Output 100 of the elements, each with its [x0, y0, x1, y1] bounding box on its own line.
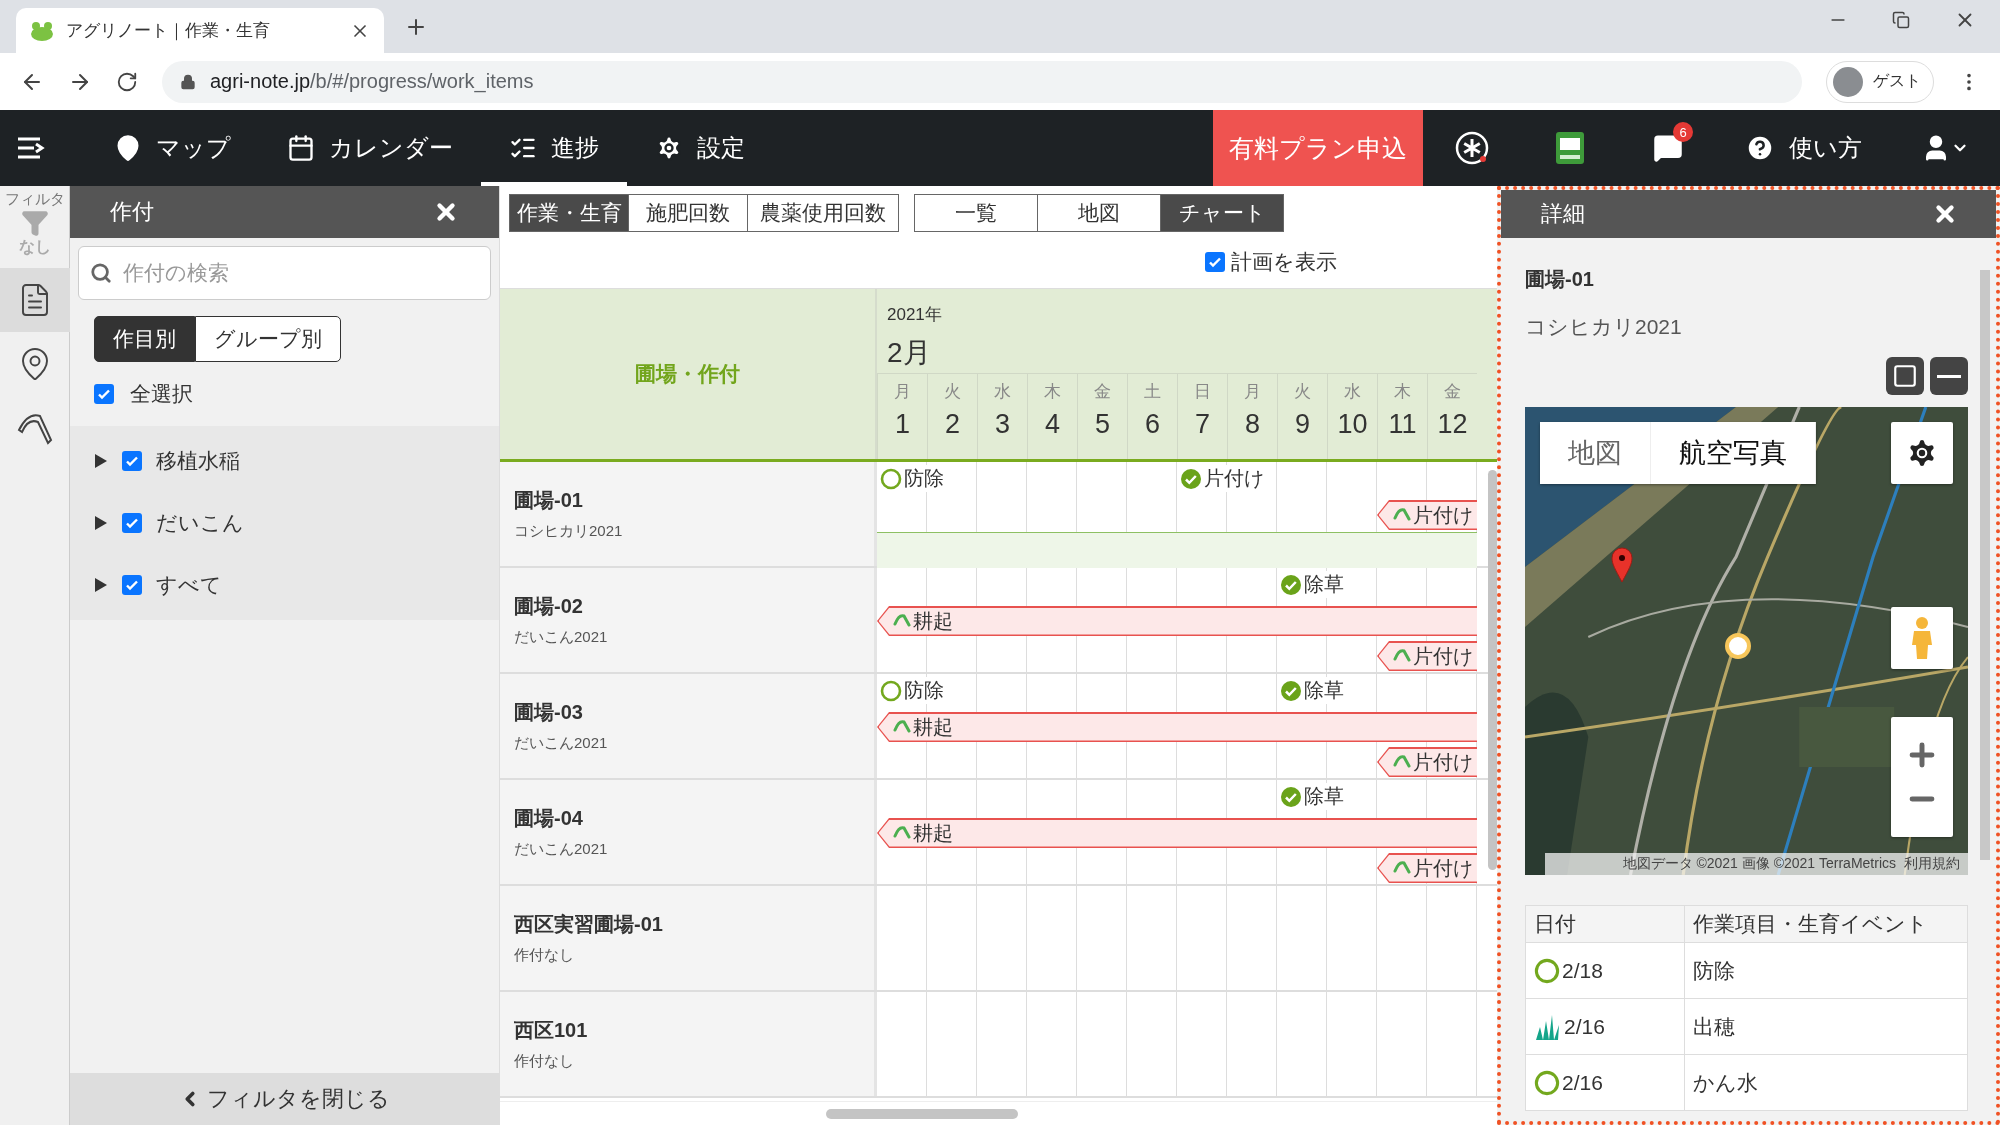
weekday-label: 金	[1444, 381, 1461, 403]
segment-tab[interactable]: 作目別	[94, 316, 195, 362]
display-tab[interactable]: 一覧	[914, 194, 1038, 232]
field-name: 西区101	[514, 1018, 589, 1043]
task-bar[interactable]: 耕起	[877, 712, 1477, 742]
map-type-tab[interactable]: 地図	[1540, 422, 1651, 484]
segment-tab[interactable]: グループ別	[195, 316, 341, 362]
location-dot-icon	[1725, 633, 1751, 659]
terms-link[interactable]: 利用規約	[1904, 855, 1960, 873]
task-label: 除草	[1304, 572, 1344, 597]
day-number: 2	[945, 409, 960, 440]
minus-icon	[1937, 374, 1961, 378]
scrollbar[interactable]	[826, 1108, 1018, 1119]
day-number: 5	[1095, 409, 1110, 440]
column-header: 圃場・作付	[500, 289, 877, 459]
day-number: 6	[1145, 409, 1160, 440]
display-tab[interactable]: チャート	[1160, 194, 1284, 232]
field-name: 圃場-01	[1525, 267, 1595, 292]
group-label: 移植水稲	[156, 448, 240, 474]
avatar-icon	[1833, 66, 1863, 97]
close-filter-button[interactable]: フィルタを閉じる	[70, 1073, 499, 1125]
checkbox[interactable]	[122, 575, 142, 595]
nav-item[interactable]: カレンダー	[259, 110, 481, 186]
help-link[interactable]: 使い方	[1717, 110, 1890, 186]
checkbox[interactable]	[122, 451, 142, 471]
day-number: 9	[1295, 409, 1310, 440]
map-type-tab[interactable]: 航空写真	[1651, 422, 1816, 484]
field-name: 西区実習圃場-01	[514, 912, 664, 937]
weekday-label: 金	[1094, 381, 1111, 403]
checkbox-label: 計画を表示	[1231, 249, 1337, 275]
expand-icon[interactable]	[94, 578, 108, 592]
panel-title: 詳細	[1541, 200, 1585, 228]
task-bar[interactable]: 耕起	[877, 606, 1477, 636]
day-number: 12	[1437, 409, 1468, 440]
field-name: 圃場-01	[514, 488, 584, 513]
view-tab[interactable]: 農薬使用回数	[747, 194, 899, 232]
crop-name: だいこん2021	[514, 628, 609, 647]
minimize-button[interactable]	[1930, 357, 1968, 395]
checkbox[interactable]	[94, 384, 114, 404]
view-tab[interactable]: 施肥回数	[628, 194, 748, 232]
task-label: 耕起	[912, 820, 953, 846]
circle-icon	[1534, 957, 1560, 984]
nav-item[interactable]: 設定	[627, 110, 773, 186]
weekday-label: 火	[1294, 381, 1311, 403]
lock-icon	[180, 73, 196, 90]
task-label: 除草	[1304, 678, 1344, 703]
view-tab[interactable]: 作業・生育	[509, 194, 629, 232]
scrollbar[interactable]	[1980, 270, 1990, 860]
task-bar[interactable]: 片付け	[1377, 500, 1477, 530]
group-label: だいこん	[156, 510, 244, 536]
address-bar[interactable]: agri-note.jp/b/#/progress/work_items	[162, 60, 1802, 103]
task-bar[interactable]: 片付け	[1377, 641, 1477, 671]
expand-icon[interactable]	[94, 454, 108, 468]
column-header: 作業項目・生育イベント	[1684, 905, 1968, 943]
check-icon	[125, 516, 139, 530]
date-text: 2/16	[1562, 1070, 1603, 1095]
day-number: 11	[1388, 409, 1417, 440]
checkbox[interactable]	[1205, 252, 1225, 272]
rail-item[interactable]	[0, 268, 70, 332]
task-label: 耕起	[912, 714, 953, 740]
day-number: 7	[1195, 409, 1210, 440]
day-number: 4	[1045, 409, 1060, 440]
nav-item[interactable]: マップ	[86, 110, 259, 186]
weekday-label: 日	[1194, 381, 1211, 403]
crop-name: 作付なし	[514, 946, 575, 965]
map-pin-icon	[1611, 547, 1633, 583]
task-bar[interactable]: 耕起	[877, 818, 1477, 848]
day-number: 8	[1245, 409, 1260, 440]
scrollbar[interactable]	[1488, 470, 1497, 870]
field-name: 圃場-02	[514, 594, 584, 619]
map-settings-button[interactable]	[1891, 422, 1953, 484]
reload-icon[interactable]	[116, 70, 138, 93]
day-number: 10	[1337, 409, 1368, 440]
task-label: 片付け	[1204, 466, 1264, 491]
browser-tab[interactable]: アグリノート｜作業・生育	[16, 8, 384, 53]
check-icon	[125, 578, 139, 592]
url-text: agri-note.jp/b/#/progress/work_items	[210, 70, 534, 93]
display-tab[interactable]: 地図	[1037, 194, 1161, 232]
task-label: 除草	[1304, 784, 1344, 809]
search-field[interactable]: 作付の検索	[78, 246, 491, 300]
calendar-icon	[287, 134, 315, 162]
crop-name: コシヒカリ2021	[514, 522, 624, 541]
help-icon	[1745, 133, 1775, 163]
maximize-button[interactable]	[1886, 357, 1924, 395]
expand-icon[interactable]	[94, 516, 108, 530]
weekday-label: 火	[944, 381, 961, 403]
asterisk-icon	[1455, 131, 1489, 165]
square-icon	[1892, 363, 1918, 389]
notification-badge: 6	[1673, 122, 1693, 142]
day-number: 3	[995, 409, 1010, 440]
checkbox[interactable]	[122, 513, 142, 533]
task-bar[interactable]: 片付け	[1377, 747, 1477, 777]
filter-state: なし	[18, 237, 51, 258]
notification-button[interactable]: 6	[1619, 110, 1717, 186]
frog-icon	[30, 20, 54, 41]
tab-title: アグリノート｜作業・生育	[66, 20, 271, 42]
rail-title: フィルタ	[4, 190, 65, 209]
book-icon	[1555, 131, 1585, 165]
task-bar[interactable]: 片付け	[1377, 853, 1477, 883]
filter-icon	[20, 209, 49, 237]
